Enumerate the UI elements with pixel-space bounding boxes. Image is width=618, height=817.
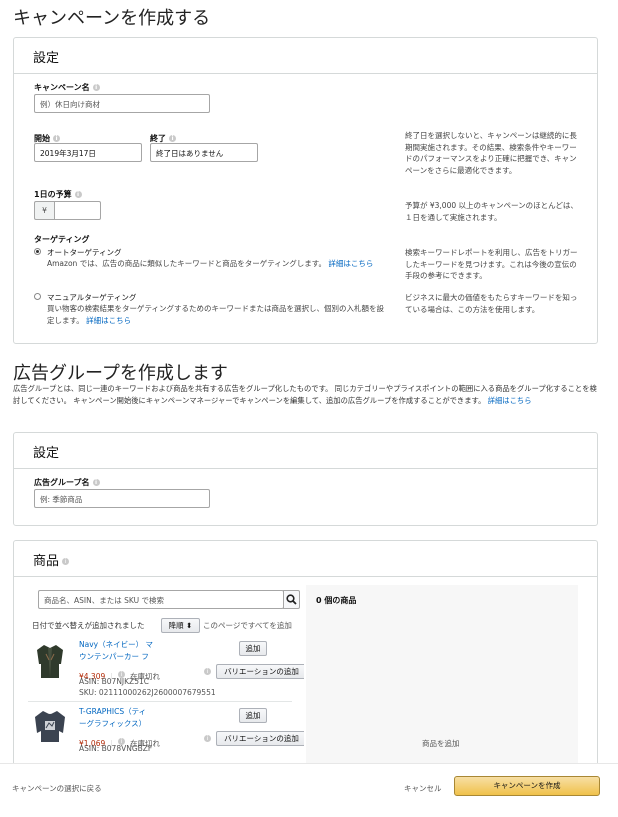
auto-targeting-radio[interactable]: [34, 248, 41, 255]
sort-caret-icon: ⬍: [186, 621, 193, 630]
manual-targeting-radio[interactable]: [34, 293, 41, 300]
campaign-name-label: キャンペーン名 i: [34, 82, 100, 93]
ad-group-name-input[interactable]: 例: 季節商品: [34, 489, 210, 508]
budget-currency: ¥: [34, 201, 54, 220]
ad-group-settings-panel: 設定 広告グループ名 i 例: 季節商品: [13, 432, 598, 526]
info-icon[interactable]: i: [92, 479, 100, 486]
info-icon[interactable]: i: [169, 135, 176, 142]
info-icon[interactable]: i: [62, 558, 70, 565]
product-name[interactable]: Navy（ネイビー） マ ウンテンパーカー フ: [79, 639, 179, 663]
product-jacket-image: [37, 645, 63, 678]
selected-count: 0 個の商品: [316, 596, 357, 605]
footer-bar: キャンペーンの選択に戻る キャンセル キャンペーンを作成: [0, 763, 618, 817]
empty-products-text: 商品を追加: [422, 739, 460, 748]
manual-help-text: ビジネスに最大の価値をもたらすキーワードを知っている場合は、この方法を使用します…: [405, 293, 578, 314]
sort-dropdown[interactable]: 降順 ⬍: [161, 618, 200, 633]
auto-targeting-desc: Amazon では、広告の商品に類似したキーワードと商品をターゲティングします。…: [47, 259, 374, 268]
search-icon: [286, 594, 297, 605]
budget-label: 1日の予算 i: [34, 189, 82, 200]
product-asin: ASIN: B078VNGBZF: [79, 744, 153, 753]
info-icon[interactable]: i: [204, 735, 211, 742]
auto-help-text: 検索キーワードレポートを利用し、広告をトリガーしたキーワードを見つけます。これは…: [405, 248, 578, 280]
ad-group-learn-more-link[interactable]: 詳細はこちら: [488, 396, 532, 405]
sort-label: 日付で並べ替えが追加されました: [32, 621, 145, 630]
products-heading: 商品 i: [33, 550, 70, 569]
panel-header: 商品 i: [14, 541, 597, 577]
ad-group-description: 広告グループとは、同じ一連のキーワードおよび商品を共有する広告をグループ化したも…: [13, 384, 597, 405]
add-all-link[interactable]: このページですべてを追加: [203, 620, 292, 631]
products-panel: 商品 i 商品名、ASIN、または SKU で検索 日付で並べ替えが追加されました…: [13, 540, 598, 785]
auto-targeting-link[interactable]: 詳細はこちら: [328, 259, 373, 268]
settings-heading: 設定: [33, 51, 60, 66]
info-icon[interactable]: i: [92, 84, 100, 91]
info-icon[interactable]: i: [74, 191, 82, 198]
info-icon[interactable]: i: [204, 668, 211, 675]
selected-products-pane: 0 個の商品 商品を追加: [306, 585, 578, 785]
add-variation-button[interactable]: バリエーションの追加: [216, 731, 304, 746]
product-asin: ASIN: B07NJKZ51C: [79, 677, 149, 686]
panel-header: 設定: [14, 433, 597, 469]
start-date-input[interactable]: 2019年3月17日: [34, 143, 142, 162]
page-title: キャンペーンを作成する: [13, 8, 211, 29]
ad-group-settings-heading: 設定: [33, 446, 60, 461]
cancel-link[interactable]: キャンセル: [404, 783, 442, 794]
back-to-campaign-selection-link[interactable]: キャンペーンの選択に戻る: [12, 783, 102, 794]
end-date-input[interactable]: 終了日はありません: [150, 143, 258, 162]
manual-targeting-title: マニュアルターゲティング: [47, 293, 137, 302]
add-button[interactable]: 追加: [239, 708, 267, 723]
date-help-text: 終了日を選択しないと、キャンペーンは継続的に長期間実施されます。その結果、検索条…: [405, 131, 577, 175]
product-tshirt-image: [35, 711, 65, 742]
product-search-pane: 商品名、ASIN、または SKU で検索 日付で並べ替えが追加されました 降順 …: [26, 585, 306, 785]
list-item: Navy（ネイビー） マ ウンテンパーカー フ ¥4,309 | i 在庫切れ …: [28, 636, 304, 702]
manual-targeting-link[interactable]: 詳細はこちら: [86, 316, 131, 325]
targeting-label: ターゲティング: [34, 235, 90, 244]
product-search-input[interactable]: 商品名、ASIN、または SKU で検索: [38, 590, 284, 609]
campaign-settings-panel: 設定 キャンペーン名 i 例）休日向け商材 開始 i 2019年3月17日 終了 i …: [13, 37, 598, 344]
panel-header: 設定: [14, 38, 597, 74]
info-icon[interactable]: i: [53, 135, 60, 142]
ad-group-heading: 広告グループを作成します: [13, 363, 228, 384]
ad-group-name-label: 広告グループ名 i: [34, 477, 100, 488]
search-button[interactable]: [283, 590, 300, 609]
add-button[interactable]: 追加: [239, 641, 267, 656]
create-campaign-button[interactable]: キャンペーンを作成: [454, 776, 600, 796]
budget-help-text: 予算が ¥3,000 以上のキャンペーンのほとんどは、１日を通して実施されます。: [405, 201, 578, 222]
campaign-name-input[interactable]: 例）休日向け商材: [34, 94, 210, 113]
manual-targeting-desc: 買い物客の検索結果をターゲティングするためのキーワードまたは商品を選択し、個別の…: [47, 304, 385, 325]
list-item: T-GRAPHICS（ティ ーグラフィックス） ¥1,069 | i 在庫切れ …: [28, 703, 304, 768]
budget-input[interactable]: [54, 201, 101, 220]
product-sku: SKU: 02111000262J2600007679551: [79, 688, 216, 697]
add-variation-button[interactable]: バリエーションの追加: [216, 664, 304, 679]
auto-targeting-title: オートターゲティング: [47, 248, 122, 257]
product-name[interactable]: T-GRAPHICS（ティ ーグラフィックス）: [79, 706, 179, 730]
